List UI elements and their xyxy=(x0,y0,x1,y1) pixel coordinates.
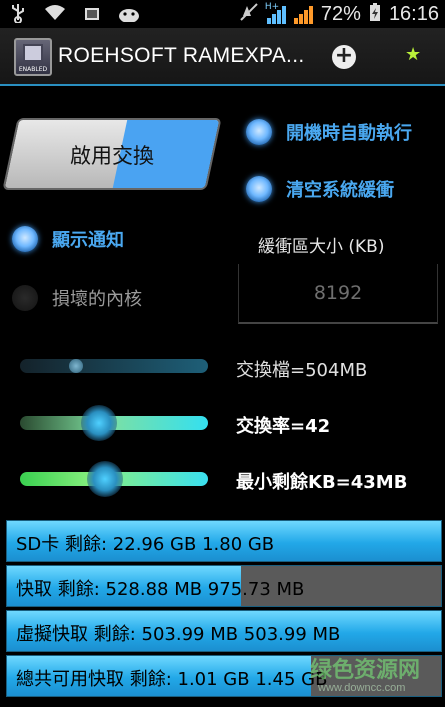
signal-icon xyxy=(293,4,313,24)
min-free-kb-label: 最小剩餘KB=43MB xyxy=(236,472,408,493)
battery-percent: 72% xyxy=(320,2,361,25)
android-icon xyxy=(118,4,140,26)
autostart-label: 開機時自動執行 xyxy=(286,123,412,144)
watermark-url: www.downcc.com xyxy=(318,682,406,694)
storage-text: 快取 剩餘: 528.88 MB 975.73 MB xyxy=(16,579,305,600)
swap-file-label: 交換檔=504MB xyxy=(236,360,368,381)
buffer-size-field[interactable] xyxy=(238,264,438,324)
app-icon[interactable]: ENABLED xyxy=(14,38,52,76)
swap-button-label: 啟用交換 xyxy=(70,144,154,168)
main-panel: 啟用交換 開機時自動執行 清空系統緩衝 顯示通知 損壞的內核 緩衝區大小 (KB… xyxy=(0,86,445,707)
add-button[interactable]: + xyxy=(332,45,356,69)
clear-cache-label: 清空系統緩衝 xyxy=(286,180,394,201)
min-free-kb-slider[interactable] xyxy=(20,461,208,497)
swappiness-label: 交換率=42 xyxy=(236,416,331,437)
slider-thumb[interactable] xyxy=(86,461,123,497)
swappiness-slider[interactable] xyxy=(20,405,208,441)
mute-icon xyxy=(239,2,259,26)
radio-on-icon xyxy=(12,226,38,252)
app-icon-label: ENABLED xyxy=(18,66,48,73)
buffer-size-input[interactable] xyxy=(239,264,437,322)
radio-broken-kernel[interactable]: 損壞的內核 xyxy=(12,285,142,311)
app-title: ROEHSOFT RAMEXPA... xyxy=(58,44,305,67)
radio-on-icon xyxy=(246,176,272,202)
action-bar: ENABLED ROEHSOFT RAMEXPA... + ★ xyxy=(0,28,445,86)
show-notification-label: 顯示通知 xyxy=(52,230,124,251)
storage-row-cache: 快取 剩餘: 528.88 MB 975.73 MB xyxy=(6,565,442,607)
ram-chip-icon xyxy=(23,44,43,62)
radio-clear-cache[interactable]: 清空系統緩衝 xyxy=(246,176,394,202)
status-bar: H+ 72% 16:16 xyxy=(0,0,445,28)
star-icon[interactable]: ★ xyxy=(405,44,421,65)
storage-text: 虛擬快取 剩餘: 503.99 MB 503.99 MB xyxy=(16,624,341,645)
slider-thumb[interactable] xyxy=(69,359,84,373)
radio-autostart[interactable]: 開機時自動執行 xyxy=(246,119,412,145)
radio-show-notification[interactable]: 顯示通知 xyxy=(12,226,124,252)
clock: 16:16 xyxy=(388,2,439,25)
broken-kernel-label: 損壞的內核 xyxy=(52,289,142,310)
slider-thumb[interactable] xyxy=(80,405,117,441)
wifi-icon xyxy=(44,4,66,26)
battery-charging-icon xyxy=(369,2,381,26)
radio-off-icon xyxy=(12,285,38,311)
watermark: 绿色资源网 xyxy=(310,658,421,683)
enable-swap-button[interactable]: 啟用交換 xyxy=(2,118,222,190)
storage-row-virtual-cache: 虛擬快取 剩餘: 503.99 MB 503.99 MB xyxy=(6,610,442,652)
signal-hplus-icon: H+ xyxy=(265,2,286,24)
buffer-size-label: 緩衝區大小 (KB) xyxy=(258,237,385,257)
swap-file-slider[interactable] xyxy=(20,359,208,373)
notification-square-icon xyxy=(84,6,100,25)
radio-on-icon xyxy=(246,119,272,145)
storage-row-sd: SD卡 剩餘: 22.96 GB 1.80 GB xyxy=(6,520,442,562)
storage-text: SD卡 剩餘: 22.96 GB 1.80 GB xyxy=(16,534,275,555)
storage-text: 總共可用快取 剩餘: 1.01 GB 1.45 GB xyxy=(16,669,328,690)
usb-icon xyxy=(10,3,26,27)
